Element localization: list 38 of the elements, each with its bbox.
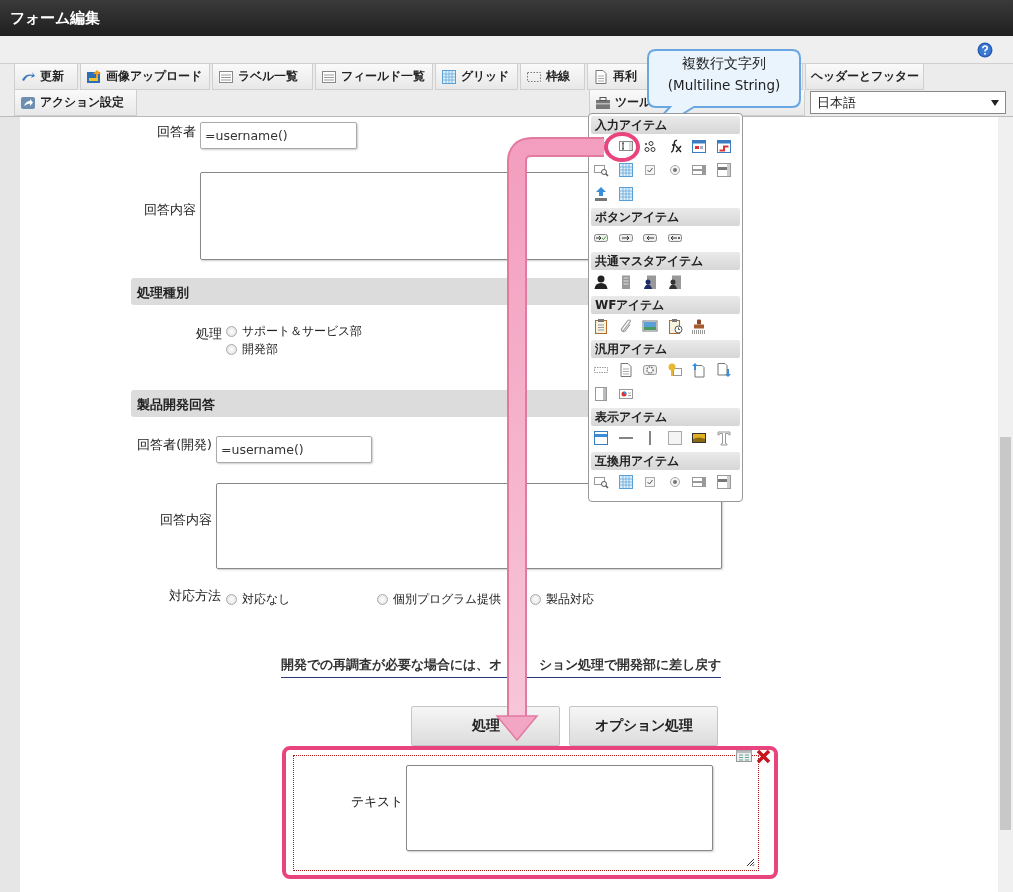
palette-section-title: 汎用アイテム [591,340,740,358]
toolbar-tab[interactable]: 枠線 [520,64,585,90]
field-label: 対応方法 [168,588,221,605]
palette-section-title: 表示アイテム [591,408,740,426]
language-select[interactable]: 日本語 [810,91,1006,114]
action-button[interactable]: オプション処理 [569,706,718,746]
palette-section-title: 互換用アイテム [591,452,740,470]
field-label: 回答内容 [143,202,196,219]
toolbar-tab[interactable]: 更新 [14,64,78,90]
palette-section-title: WFアイテム [591,296,740,314]
toolbar-tab[interactable]: ヘッダーとフッター [805,64,924,90]
palette-section-title: ボタンアイテム [591,208,740,226]
radio-label: 開発部 [242,341,278,358]
callout-text: (Multiline String) [666,77,782,93]
selected-item-frame[interactable]: テキスト [293,755,759,871]
instruction-link[interactable]: 開発での再調査が必要な場合には、オ ション処理で開発部に差し戻す [281,656,721,678]
link-text[interactable]: ション処理で開発部に差し戻す [539,656,721,674]
toolbar-tab[interactable]: グリッド [435,64,518,90]
link-text[interactable]: 開発での再調査が必要な場合には、オ [281,656,502,674]
field-label: 回答者 [156,124,196,141]
radio-label: サポート＆サービス部 [242,323,362,340]
field-label: 処理 [195,326,222,343]
toolbar-tab[interactable]: ラベル一覧 [212,64,313,90]
palette-section-title: 入力アイテム [591,116,740,134]
window-title: フォーム編集 [10,8,100,28]
callout-text: 複数行文字列 [681,55,767,73]
radio-label: 個別プログラム提供 [393,591,501,608]
field-label: テキスト [350,794,403,811]
text-field[interactable]: =username() [216,436,372,463]
radio-label: 製品対応 [546,591,594,608]
radio-label: 対応なし [242,591,290,608]
toolbar-tab[interactable]: アクション設定 [14,90,137,116]
field-label: 回答内容 [159,512,212,529]
toolbar-tab[interactable]: フィールド一覧 [315,64,433,90]
text-field[interactable]: =username() [200,122,357,149]
palette-section-title: 共通マスタアイテム [591,252,740,270]
field-label: 回答者(開発) [136,437,212,454]
toolbar-tab[interactable]: 画像アップロード [80,64,210,90]
